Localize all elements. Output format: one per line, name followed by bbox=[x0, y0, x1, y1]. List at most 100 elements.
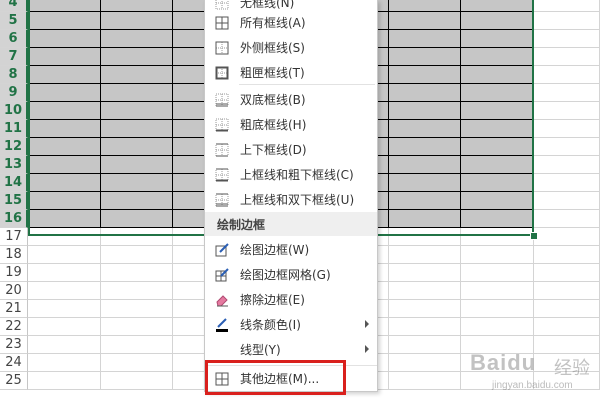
grid-cell[interactable] bbox=[101, 66, 173, 84]
grid-cell[interactable] bbox=[28, 300, 101, 318]
row-header[interactable]: 14 bbox=[0, 174, 28, 192]
menu-item[interactable]: 外侧框线(S) bbox=[205, 35, 377, 60]
row-header[interactable]: 24 bbox=[0, 354, 28, 372]
grid-cell[interactable] bbox=[28, 66, 101, 84]
row-header[interactable]: 12 bbox=[0, 138, 28, 156]
row-header[interactable]: 20 bbox=[0, 282, 28, 300]
grid-cell[interactable] bbox=[461, 120, 534, 138]
menu-item[interactable]: 绘图边框(W) bbox=[205, 237, 377, 262]
grid-cell[interactable] bbox=[461, 12, 534, 30]
grid-cell[interactable] bbox=[389, 228, 461, 246]
grid-cell[interactable] bbox=[28, 138, 101, 156]
grid-cell[interactable] bbox=[389, 138, 461, 156]
grid-cell[interactable] bbox=[101, 30, 173, 48]
grid-cell[interactable] bbox=[534, 246, 600, 264]
grid-cell[interactable] bbox=[389, 372, 461, 390]
grid-cell[interactable] bbox=[461, 282, 534, 300]
grid-cell[interactable] bbox=[389, 264, 461, 282]
grid-cell[interactable] bbox=[101, 0, 173, 12]
grid-cell[interactable] bbox=[101, 282, 173, 300]
grid-cell[interactable] bbox=[101, 264, 173, 282]
row-header[interactable]: 19 bbox=[0, 264, 28, 282]
grid-cell[interactable] bbox=[461, 192, 534, 210]
grid-cell[interactable] bbox=[534, 30, 600, 48]
grid-cell[interactable] bbox=[101, 210, 173, 228]
grid-cell[interactable] bbox=[534, 102, 600, 120]
grid-cell[interactable] bbox=[101, 120, 173, 138]
grid-cell[interactable] bbox=[101, 84, 173, 102]
fill-handle[interactable] bbox=[530, 232, 538, 240]
grid-cell[interactable] bbox=[28, 156, 101, 174]
grid-cell[interactable] bbox=[28, 30, 101, 48]
grid-cell[interactable] bbox=[534, 138, 600, 156]
row-header[interactable]: 7 bbox=[0, 48, 28, 66]
grid-cell[interactable] bbox=[534, 282, 600, 300]
menu-item[interactable]: 双底框线(B) bbox=[205, 87, 377, 112]
grid-cell[interactable] bbox=[28, 354, 101, 372]
row-header[interactable]: 25 bbox=[0, 372, 28, 390]
grid-cell[interactable] bbox=[389, 156, 461, 174]
grid-cell[interactable] bbox=[101, 12, 173, 30]
grid-cell[interactable] bbox=[389, 282, 461, 300]
grid-cell[interactable] bbox=[28, 228, 101, 246]
grid-cell[interactable] bbox=[461, 336, 534, 354]
menu-item[interactable]: 绘图边框网格(G) bbox=[205, 262, 377, 287]
grid-cell[interactable] bbox=[101, 336, 173, 354]
grid-cell[interactable] bbox=[461, 354, 534, 372]
grid-cell[interactable] bbox=[101, 48, 173, 66]
grid-cell[interactable] bbox=[28, 174, 101, 192]
menu-item[interactable]: 其他边框(M)... bbox=[205, 365, 377, 391]
grid-cell[interactable] bbox=[28, 372, 101, 390]
grid-cell[interactable] bbox=[461, 174, 534, 192]
row-header[interactable]: 13 bbox=[0, 156, 28, 174]
row-header[interactable]: 8 bbox=[0, 66, 28, 84]
grid-cell[interactable] bbox=[461, 300, 534, 318]
grid-cell[interactable] bbox=[101, 228, 173, 246]
grid-cell[interactable] bbox=[28, 264, 101, 282]
row-header[interactable]: 4 bbox=[0, 0, 28, 12]
grid-cell[interactable] bbox=[28, 246, 101, 264]
menu-item[interactable]: 上框线和粗下框线(C) bbox=[205, 162, 377, 187]
grid-cell[interactable] bbox=[28, 192, 101, 210]
grid-cell[interactable] bbox=[28, 84, 101, 102]
grid-cell[interactable] bbox=[101, 102, 173, 120]
grid-cell[interactable] bbox=[101, 246, 173, 264]
grid-cell[interactable] bbox=[389, 66, 461, 84]
grid-cell[interactable] bbox=[101, 318, 173, 336]
grid-cell[interactable] bbox=[101, 192, 173, 210]
menu-item[interactable]: 上框线和双下框线(U) bbox=[205, 187, 377, 212]
grid-cell[interactable] bbox=[534, 336, 600, 354]
grid-cell[interactable] bbox=[28, 282, 101, 300]
grid-cell[interactable] bbox=[534, 372, 600, 390]
grid-cell[interactable] bbox=[389, 102, 461, 120]
grid-cell[interactable] bbox=[461, 84, 534, 102]
grid-cell[interactable] bbox=[28, 210, 101, 228]
grid-cell[interactable] bbox=[389, 84, 461, 102]
row-header[interactable]: 5 bbox=[0, 12, 28, 30]
row-header[interactable]: 23 bbox=[0, 336, 28, 354]
grid-cell[interactable] bbox=[28, 12, 101, 30]
row-header[interactable]: 10 bbox=[0, 102, 28, 120]
grid-cell[interactable] bbox=[28, 48, 101, 66]
grid-cell[interactable] bbox=[101, 300, 173, 318]
row-header[interactable]: 6 bbox=[0, 30, 28, 48]
grid-cell[interactable] bbox=[389, 318, 461, 336]
grid-cell[interactable] bbox=[389, 174, 461, 192]
grid-cell[interactable] bbox=[101, 354, 173, 372]
grid-cell[interactable] bbox=[461, 264, 534, 282]
row-header[interactable]: 11 bbox=[0, 120, 28, 138]
grid-cell[interactable] bbox=[389, 0, 461, 12]
grid-cell[interactable] bbox=[389, 300, 461, 318]
grid-cell[interactable] bbox=[28, 102, 101, 120]
grid-cell[interactable] bbox=[534, 0, 600, 12]
grid-cell[interactable] bbox=[389, 30, 461, 48]
row-header[interactable]: 22 bbox=[0, 318, 28, 336]
menu-item[interactable]: 擦除边框(E) bbox=[205, 287, 377, 312]
grid-cell[interactable] bbox=[461, 246, 534, 264]
row-header[interactable]: 21 bbox=[0, 300, 28, 318]
grid-cell[interactable] bbox=[389, 246, 461, 264]
grid-cell[interactable] bbox=[461, 228, 534, 246]
row-header[interactable]: 15 bbox=[0, 192, 28, 210]
grid-cell[interactable] bbox=[389, 192, 461, 210]
menu-item[interactable]: 线条颜色(I) bbox=[205, 312, 377, 337]
